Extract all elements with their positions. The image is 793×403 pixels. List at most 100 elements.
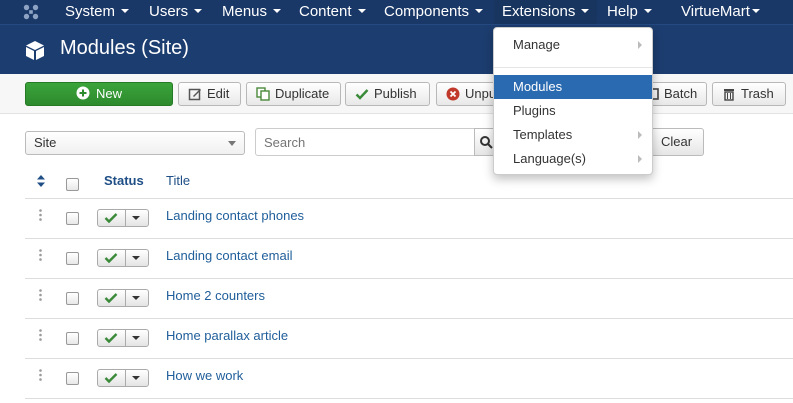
table-row: How we work bbox=[25, 359, 793, 399]
menu-extensions-label: Extensions bbox=[502, 3, 576, 20]
duplicate-button[interactable]: Duplicate bbox=[246, 82, 341, 106]
select-all-checkbox[interactable] bbox=[66, 178, 79, 191]
client-select[interactable]: Site bbox=[25, 131, 245, 155]
menu-divider bbox=[494, 67, 652, 68]
status-column-header[interactable]: Status bbox=[104, 173, 144, 188]
sort-icon[interactable] bbox=[36, 175, 46, 187]
menu-users[interactable]: Users bbox=[149, 0, 203, 24]
search-input[interactable] bbox=[255, 128, 475, 156]
clear-button[interactable]: Clear bbox=[649, 128, 704, 156]
trash-icon bbox=[724, 89, 734, 101]
divider bbox=[125, 370, 126, 386]
status-toggle[interactable] bbox=[97, 369, 149, 387]
batch-button-label: Batch bbox=[664, 86, 698, 101]
row-checkbox[interactable] bbox=[66, 292, 79, 305]
menu-help[interactable]: Help bbox=[607, 0, 652, 24]
caret-down-icon bbox=[132, 336, 140, 340]
cube-icon bbox=[26, 41, 44, 60]
menu-content-label: Content bbox=[299, 3, 352, 20]
menu-extensions[interactable]: Extensions bbox=[494, 0, 598, 24]
menu-item-templates[interactable]: Templates bbox=[494, 123, 652, 147]
joomla-logo-icon[interactable] bbox=[22, 3, 40, 21]
caret-down-icon bbox=[132, 296, 140, 300]
menu-menus[interactable]: Menus bbox=[222, 0, 282, 24]
menu-components[interactable]: Components bbox=[384, 0, 484, 24]
new-button[interactable]: New bbox=[25, 82, 173, 106]
unpublish-icon bbox=[446, 87, 460, 101]
caret-down-icon bbox=[357, 9, 366, 13]
table-row: Landing contact phones bbox=[25, 199, 793, 239]
status-toggle[interactable] bbox=[97, 249, 149, 267]
menu-item-plugins[interactable]: Plugins bbox=[494, 99, 652, 123]
clear-button-label: Clear bbox=[660, 134, 693, 149]
new-button-label: New bbox=[95, 86, 122, 101]
row-checkbox[interactable] bbox=[66, 252, 79, 265]
unpublish-button[interactable]: Unpu bbox=[436, 82, 498, 106]
drag-handle-icon[interactable] bbox=[39, 289, 42, 301]
caret-down-icon bbox=[121, 9, 130, 13]
publish-button[interactable]: Publish bbox=[345, 82, 430, 106]
table-header: Status Title bbox=[25, 166, 793, 199]
edit-button[interactable]: Edit bbox=[178, 82, 241, 106]
search-icon bbox=[480, 136, 493, 149]
menu-virtuemart[interactable]: VirtueMart bbox=[681, 0, 760, 24]
drag-handle-icon[interactable] bbox=[39, 249, 42, 261]
menu-item-label: Modules bbox=[513, 79, 563, 94]
row-title-link[interactable]: Home parallax article bbox=[166, 328, 288, 343]
edit-button-label: Edit bbox=[207, 86, 230, 101]
menu-menus-label: Menus bbox=[222, 3, 268, 20]
menu-item-manage[interactable]: Manage bbox=[494, 33, 652, 57]
caret-down-icon bbox=[581, 9, 590, 13]
client-select-value: Site bbox=[34, 135, 57, 150]
menu-content[interactable]: Content bbox=[299, 0, 366, 24]
check-icon bbox=[355, 89, 369, 100]
menu-system[interactable]: System bbox=[65, 0, 130, 24]
status-toggle[interactable] bbox=[97, 289, 149, 307]
duplicate-button-label: Duplicate bbox=[275, 86, 330, 101]
drag-handle-icon[interactable] bbox=[39, 329, 42, 341]
row-checkbox[interactable] bbox=[66, 372, 79, 385]
chevron-right-icon bbox=[638, 131, 642, 139]
row-title-link[interactable]: How we work bbox=[166, 368, 243, 383]
title-column-header[interactable]: Title bbox=[166, 173, 190, 188]
caret-down-icon bbox=[273, 9, 282, 13]
divider bbox=[125, 330, 126, 346]
extensions-dropdown-menu: Manage Modules Plugins Templates Languag… bbox=[493, 27, 653, 175]
menu-system-label: System bbox=[65, 3, 116, 20]
page-title: Modules (Site) bbox=[60, 37, 189, 59]
row-checkbox[interactable] bbox=[66, 212, 79, 225]
table-row: Landing contact email bbox=[25, 239, 793, 279]
check-icon bbox=[104, 213, 118, 224]
page-header: Modules (Site) bbox=[0, 24, 793, 74]
chevron-right-icon bbox=[638, 155, 642, 163]
trash-button[interactable]: Trash bbox=[712, 82, 786, 106]
drag-handle-icon[interactable] bbox=[39, 209, 42, 221]
divider bbox=[125, 290, 126, 306]
menu-item-label: Language(s) bbox=[513, 151, 586, 166]
check-icon bbox=[104, 253, 118, 264]
check-icon bbox=[104, 333, 118, 344]
row-title-link[interactable]: Landing contact phones bbox=[166, 208, 304, 223]
caret-down-icon bbox=[132, 216, 140, 220]
unpublish-button-label: Unpu bbox=[465, 86, 497, 101]
caret-down-icon bbox=[132, 256, 140, 260]
menu-item-modules[interactable]: Modules bbox=[494, 75, 652, 99]
row-title-link[interactable]: Home 2 counters bbox=[166, 288, 265, 303]
row-checkbox[interactable] bbox=[66, 332, 79, 345]
menu-item-languages[interactable]: Language(s) bbox=[494, 147, 652, 171]
caret-down-icon bbox=[475, 9, 484, 13]
menu-users-label: Users bbox=[149, 3, 189, 20]
row-title-link[interactable]: Landing contact email bbox=[166, 248, 292, 263]
check-icon bbox=[104, 373, 118, 384]
menu-item-label: Manage bbox=[513, 37, 560, 52]
plus-circle-icon bbox=[76, 86, 90, 100]
top-navbar: System Users Menus Content Components Ex… bbox=[0, 0, 793, 24]
drag-handle-icon[interactable] bbox=[39, 369, 42, 381]
trash-button-label: Trash bbox=[741, 86, 774, 101]
edit-icon bbox=[188, 88, 201, 101]
status-toggle[interactable] bbox=[97, 209, 149, 227]
chevron-down-icon bbox=[228, 141, 236, 146]
divider bbox=[125, 250, 126, 266]
chevron-right-icon bbox=[638, 41, 642, 49]
status-toggle[interactable] bbox=[97, 329, 149, 347]
